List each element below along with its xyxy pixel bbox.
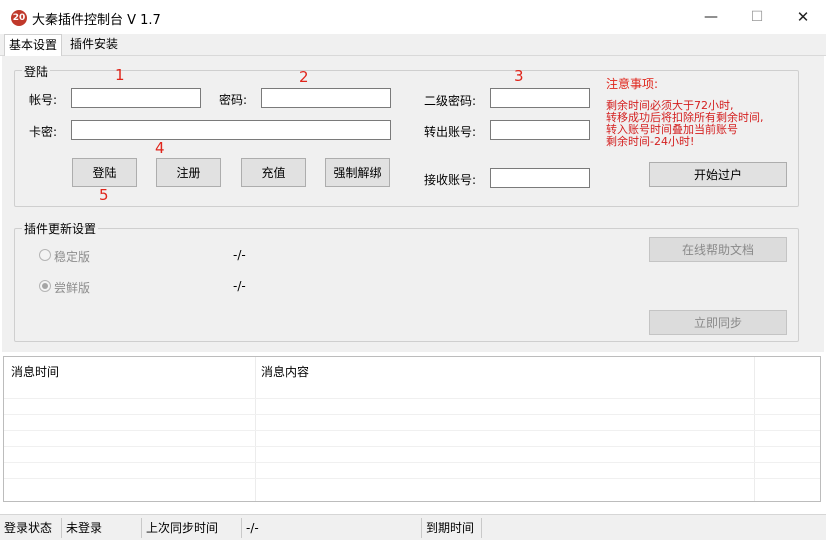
beta-radio[interactable]	[39, 280, 51, 292]
radio-selected-dot	[42, 283, 48, 289]
notice-line: 转入账号时间叠加当前账号	[606, 123, 738, 136]
help-docs-button[interactable]: 在线帮助文档	[649, 237, 787, 262]
maximize-icon: ☐	[750, 9, 764, 25]
second-password-input[interactable]	[490, 88, 590, 108]
row-gridline	[4, 414, 820, 415]
receive-account-input[interactable]	[490, 168, 590, 188]
card-key-input[interactable]	[71, 120, 391, 140]
status-expire-value	[482, 518, 826, 538]
close-button[interactable]: ✕	[780, 0, 826, 34]
row-gridline	[4, 462, 820, 463]
force-unbind-button[interactable]: 强制解绑	[325, 158, 390, 187]
maximize-button[interactable]: ☐	[734, 0, 780, 34]
notice-line: 剩余时间-24小时!	[606, 135, 695, 148]
annotation-2: 2	[299, 68, 309, 86]
window-title: 大秦插件控制台 V 1.7	[32, 13, 161, 28]
status-bar: 登录状态 未登录 上次同步时间 -/- 到期时间	[0, 514, 826, 540]
login-button[interactable]: 登陆	[72, 158, 137, 187]
annotation-1: 1	[115, 66, 125, 84]
account-input[interactable]	[71, 88, 201, 108]
card-key-label: 卡密:	[29, 125, 58, 139]
receive-account-label: 接收账号:	[424, 173, 477, 187]
message-log-list[interactable]: 消息时间 消息内容	[3, 356, 821, 502]
column-divider	[754, 357, 755, 501]
settings-panel: 登陆 1 2 3 4 5 帐号: 密码: 卡密: 二级密码: 转出账号: 接收账…	[2, 56, 824, 352]
annotation-3: 3	[514, 67, 524, 85]
minimize-button[interactable]: —	[688, 0, 734, 34]
minimize-icon: —	[704, 9, 718, 25]
transfer-out-label: 转出账号:	[424, 125, 477, 139]
stable-version: -/-	[233, 248, 246, 262]
notice-line: 剩余时间必须大于72小时,	[606, 99, 734, 112]
stable-label: 稳定版	[54, 250, 91, 264]
login-group-legend: 登陆	[22, 63, 51, 80]
account-label: 帐号:	[29, 93, 58, 107]
close-icon: ✕	[796, 8, 810, 26]
stable-radio[interactable]	[39, 249, 51, 261]
status-last-sync-label: 上次同步时间	[142, 518, 242, 538]
sync-now-button[interactable]: 立即同步	[649, 310, 787, 335]
row-gridline	[4, 430, 820, 431]
status-login-value: 未登录	[62, 518, 142, 538]
transfer-out-input[interactable]	[490, 120, 590, 140]
app-logo-icon: 20	[11, 10, 27, 26]
annotation-4: 4	[155, 139, 165, 157]
tab-basic-settings[interactable]: 基本设置	[4, 34, 63, 56]
start-transfer-button[interactable]: 开始过户	[649, 162, 787, 187]
status-last-sync-value: -/-	[242, 518, 422, 538]
notice-line: 转移成功后将扣除所有剩余时间,	[606, 111, 764, 124]
title-bar: 20 大秦插件控制台 V 1.7 — ☐ ✕	[0, 0, 826, 34]
row-gridline	[4, 398, 820, 399]
beta-version: -/-	[233, 279, 246, 293]
register-button[interactable]: 注册	[156, 158, 221, 187]
column-header-content[interactable]: 消息内容	[261, 363, 309, 380]
column-header-time[interactable]: 消息时间	[11, 363, 59, 380]
password-label: 密码:	[219, 93, 248, 107]
second-password-label: 二级密码:	[424, 94, 477, 108]
password-input[interactable]	[261, 88, 391, 108]
tab-plugin-install[interactable]: 插件安装	[66, 34, 122, 55]
status-login-label: 登录状态	[0, 518, 62, 538]
recharge-button[interactable]: 充值	[241, 158, 306, 187]
row-gridline	[4, 446, 820, 447]
update-group-legend: 插件更新设置	[22, 220, 99, 237]
notice-title: 注意事项:	[606, 77, 659, 91]
row-gridline	[4, 478, 820, 479]
annotation-5: 5	[99, 186, 109, 204]
tab-strip: 基本设置 插件安装	[0, 34, 826, 56]
status-expire-label: 到期时间	[422, 518, 482, 538]
beta-label: 尝鲜版	[54, 281, 91, 295]
column-divider	[255, 357, 256, 501]
